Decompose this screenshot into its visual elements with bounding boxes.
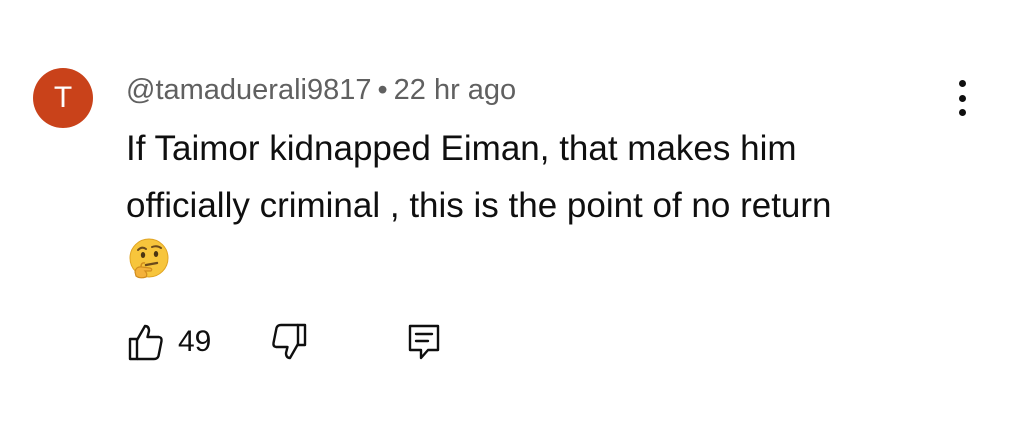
meta-separator: • <box>377 74 388 106</box>
thumbs-down-icon <box>269 322 309 362</box>
reply-button[interactable] <box>404 322 444 362</box>
comment-meta: @tamaduerali9817 • 22 hr ago <box>126 72 516 108</box>
avatar[interactable]: T <box>33 68 93 128</box>
reply-comment-icon <box>404 322 444 362</box>
comment-text: If Taimor kidnapped Eiman, that makes hi… <box>126 120 946 234</box>
comment-timestamp[interactable]: 22 hr ago <box>394 74 517 106</box>
comment-item: T @tamaduerali9817 • 22 hr ago If Taimor k… <box>0 0 1024 428</box>
comment-text-line: If Taimor kidnapped Eiman, that makes hi… <box>126 129 797 168</box>
like-count: 49 <box>178 325 212 358</box>
author-handle[interactable]: @tamaduerali9817 <box>126 74 371 106</box>
avatar-letter: T <box>53 81 73 114</box>
thinking-face-icon <box>126 236 172 282</box>
like-button[interactable]: 49 <box>126 322 211 362</box>
dislike-button[interactable] <box>269 322 309 362</box>
more-vertical-icon[interactable] <box>944 78 980 118</box>
comment-text-line: officially criminal , this is the point … <box>126 186 832 225</box>
thumbs-up-icon <box>126 322 166 362</box>
